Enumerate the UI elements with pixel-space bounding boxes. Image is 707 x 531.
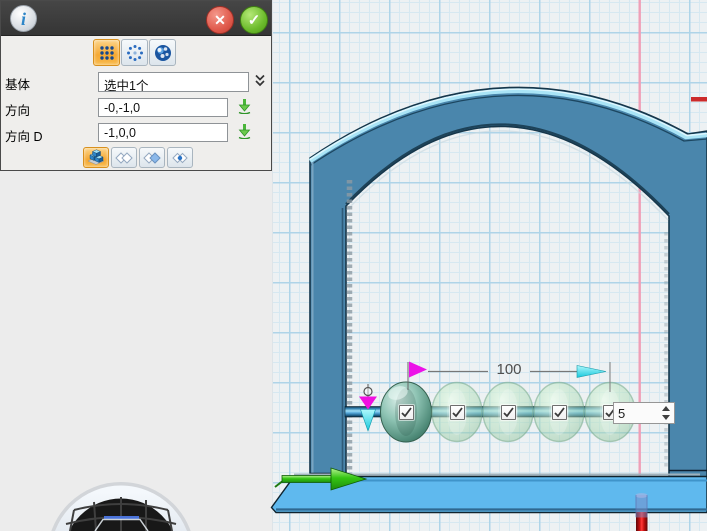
end-arrow-handle[interactable]	[577, 366, 606, 378]
direction-d-field-label: 方向 D	[5, 126, 43, 145]
close-icon: ✕	[214, 12, 226, 29]
pick-direction-icon[interactable]	[237, 98, 252, 114]
direction-field-label: 方向	[5, 100, 30, 119]
checkbox-check-icon	[553, 406, 566, 419]
diamond-dot-icon	[170, 151, 190, 165]
direction-d-field-input[interactable]: -1,0,0	[98, 123, 228, 142]
tab-circular-pattern[interactable]	[121, 39, 148, 66]
double-diamond-icon	[114, 151, 134, 165]
checkbox-check-icon	[502, 406, 515, 419]
start-flag-handle[interactable]	[409, 362, 427, 378]
spinner-up-icon[interactable]	[662, 406, 670, 411]
cyan-cone-icon	[361, 410, 376, 432]
tab-pattern-ghost-right[interactable]	[139, 147, 165, 168]
info-glyph: i	[21, 10, 26, 28]
ghost-cylinder-model[interactable]	[636, 493, 648, 517]
tab-pattern-ghost-both[interactable]	[111, 147, 137, 168]
direction-field-input[interactable]: -0,-1,0	[98, 98, 228, 117]
pick-direction-d-icon[interactable]	[237, 123, 252, 139]
count-value[interactable]: 5	[614, 403, 658, 423]
dialog-header: i ✕ ✓	[1, 1, 271, 36]
tab-sphere-pattern[interactable]	[149, 39, 176, 66]
diamond-blue-icon	[142, 151, 162, 165]
count-spinner[interactable]: 5	[613, 402, 675, 424]
instance-checkbox-3[interactable]	[501, 405, 516, 420]
checkbox-check-icon	[400, 406, 413, 419]
red-edge-segment	[691, 97, 707, 102]
spinner-down-icon[interactable]	[662, 415, 670, 420]
cancel-button[interactable]: ✕	[206, 6, 234, 34]
base-field-input[interactable]: 选中1个	[98, 72, 249, 92]
sphere-icon	[153, 43, 173, 63]
confirm-button[interactable]: ✓	[240, 6, 268, 34]
tab-pattern-solid[interactable]	[83, 147, 109, 168]
pattern-dialog: i ✕ ✓	[0, 0, 272, 171]
navigation-ball[interactable]	[49, 484, 193, 531]
instance-checkbox-4[interactable]	[552, 405, 567, 420]
grid-dots-icon	[97, 43, 117, 63]
base-field-label: 基体	[5, 74, 30, 93]
circle-dots-icon	[125, 43, 145, 63]
instance-checkbox-2[interactable]	[450, 405, 465, 420]
check-icon: ✓	[248, 11, 261, 29]
tab-linear-pattern[interactable]	[93, 39, 120, 66]
instance-checkbox-1[interactable]	[399, 405, 414, 420]
checkbox-check-icon	[451, 406, 464, 419]
tab-pattern-ghost-center[interactable]	[167, 147, 193, 168]
cube-stack-icon	[86, 149, 106, 166]
info-icon[interactable]: i	[10, 5, 37, 32]
expand-chevrons-icon[interactable]	[252, 74, 268, 88]
